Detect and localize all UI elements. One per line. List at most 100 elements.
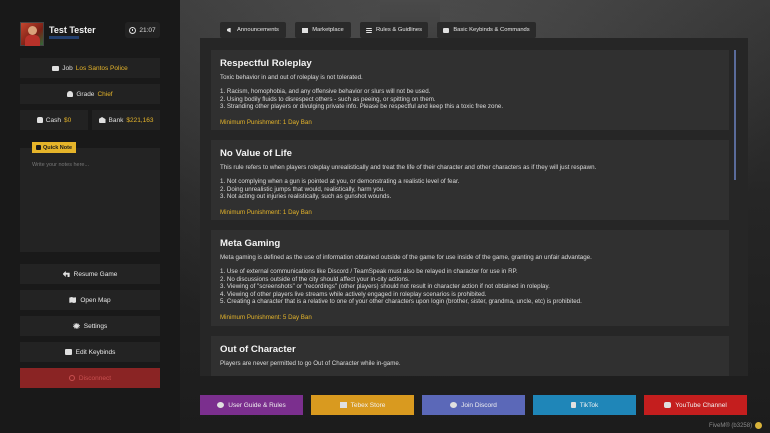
- panel-scrollbar[interactable]: [734, 50, 736, 180]
- keyboard-icon: [443, 27, 450, 33]
- quick-note-button[interactable]: Quick Note: [32, 142, 77, 153]
- job-value: Los Santos Police: [75, 64, 128, 72]
- cash-label: Cash: [45, 116, 61, 124]
- footer-button-label: User Guide & Rules: [228, 401, 286, 409]
- edit-keybinds-button[interactable]: Edit Keybinds: [20, 342, 160, 362]
- briefcase-icon: [52, 65, 60, 71]
- rule-item: 5. Creating a character that is a relati…: [220, 298, 582, 305]
- bank-info: Bank $221,163: [92, 110, 160, 130]
- rule-item: 1. Not complying when a gun is pointed a…: [220, 178, 460, 185]
- open-map-button[interactable]: Open Map: [20, 290, 160, 310]
- rule-description: Meta gaming is defined as the use of inf…: [220, 254, 592, 261]
- keybinds-label: Edit Keybinds: [75, 348, 116, 356]
- rule-item: 2. Doing unrealistic jumps that would, r…: [220, 185, 385, 193]
- user-tie-icon: [67, 91, 74, 97]
- tab-keybinds-commands[interactable]: Basic Keybinds & Commands: [437, 22, 536, 38]
- rule-punishment: Minimum Punishment: 1 Day Ban: [220, 208, 312, 216]
- rule-item: 2. Using bodily fluids to disrespect oth…: [220, 95, 436, 103]
- megaphone-icon: [227, 27, 231, 33]
- power-icon: [68, 375, 75, 381]
- tab-label: Marketplace: [312, 27, 344, 33]
- grade-info: Grade Chief: [20, 84, 160, 104]
- list-icon: [365, 27, 372, 33]
- clock-icon: [129, 26, 137, 34]
- rule-card-respectful-roleplay: Respectful Roleplay Toxic behavior in an…: [211, 50, 729, 130]
- github-icon: [217, 402, 225, 408]
- watermark-text: FiveM® (b3258): [709, 422, 753, 429]
- footer-button-label: TikTok: [579, 401, 599, 409]
- rule-card-no-value-of-life: No Value of Life This rule refers to whe…: [211, 140, 729, 220]
- tiktok-icon: [570, 402, 576, 408]
- tab-announcements[interactable]: Announcements: [220, 22, 286, 38]
- player-subtitle-bar: [49, 36, 79, 39]
- rule-punishment: Minimum Punishment: 5 Day Ban: [220, 313, 312, 321]
- quick-note-label: Quick Note: [43, 144, 73, 151]
- rule-item: 2. No discussions outside of the city sh…: [220, 275, 410, 283]
- rule-item: 3. Stranding other players or divulging …: [220, 103, 504, 110]
- rule-card-meta-gaming: Meta Gaming Meta gaming is defined as th…: [211, 230, 729, 326]
- resume-label: Resume Game: [73, 270, 118, 278]
- cash-value: $0: [63, 116, 72, 124]
- grade-label: Grade: [76, 90, 95, 98]
- disconnect-label: Disconnect: [78, 374, 112, 382]
- quick-notes: Quick Note: [20, 142, 160, 252]
- store-icon: [339, 402, 347, 408]
- footer-button-label: Join Discord: [461, 401, 497, 409]
- rules-scroll-area[interactable]: Respectful Roleplay Toxic behavior in an…: [200, 38, 748, 376]
- rule-description: This rule refers to when players rolepla…: [220, 164, 597, 171]
- tab-label: Basic Keybinds & Commands: [453, 27, 530, 33]
- bank-icon: [98, 117, 106, 123]
- settings-label: Settings: [83, 322, 108, 330]
- fivem-watermark: FiveM® (b3258): [709, 422, 763, 429]
- map-label: Open Map: [80, 296, 111, 304]
- grade-value: Chief: [97, 90, 113, 98]
- tab-rules[interactable]: Rules & Guidlines: [360, 22, 428, 38]
- rule-item: 3. Viewing of "screenshots" or "recordin…: [220, 283, 550, 290]
- gear-icon: [72, 323, 80, 329]
- tab-label: Announcements: [237, 27, 279, 33]
- footer-button-label: Tebex Store: [350, 401, 386, 409]
- rule-title: Respectful Roleplay: [220, 58, 312, 69]
- rule-description: Toxic behavior in and out of roleplay is…: [220, 74, 363, 81]
- rule-description: Players are never permitted to go Out of…: [220, 360, 401, 367]
- user-guide-button[interactable]: User Guide & Rules: [200, 395, 303, 415]
- rule-title: Meta Gaming: [220, 238, 281, 249]
- job-info: Job Los Santos Police: [20, 58, 160, 78]
- rule-item: 4. Viewing of other players live streams…: [220, 290, 487, 298]
- clock-time: 21:07: [139, 26, 156, 34]
- rule-item: 1. Racism, homophobia, and any offensive…: [220, 88, 431, 95]
- join-discord-button[interactable]: Join Discord: [422, 395, 525, 415]
- note-icon: [36, 145, 41, 150]
- rule-title: No Value of Life: [220, 148, 292, 159]
- rule-list: 1. Use of external communications like D…: [220, 268, 720, 306]
- rule-item: 3. Not acting out injuries realistically…: [220, 193, 392, 200]
- notes-textarea[interactable]: [20, 148, 160, 252]
- tab-marketplace[interactable]: Marketplace: [295, 22, 351, 38]
- player-name: Test Tester: [49, 25, 96, 35]
- settings-button[interactable]: Settings: [20, 316, 160, 336]
- rule-punishment: Minimum Punishment: 1 Day Ban: [220, 118, 312, 126]
- discord-icon: [450, 402, 458, 408]
- cfx-logo-icon: [755, 422, 763, 429]
- tebex-store-button[interactable]: Tebex Store: [311, 395, 414, 415]
- job-label: Job: [62, 64, 73, 72]
- rule-list: 1. Racism, homophobia, and any offensive…: [220, 88, 720, 111]
- store-icon: [302, 27, 309, 33]
- disconnect-button[interactable]: Disconnect: [20, 368, 160, 388]
- clock-badge: 21:07: [125, 22, 160, 38]
- keyboard-icon: [64, 349, 72, 355]
- map-icon: [69, 297, 77, 303]
- sidebar: Test Tester 21:07 Job Los Santos Police …: [0, 0, 180, 433]
- resume-game-button[interactable]: Resume Game: [20, 264, 160, 284]
- rule-list: 1. Not complying when a gun is pointed a…: [220, 178, 720, 201]
- money-bag-icon: [36, 117, 43, 123]
- reply-icon: [62, 271, 70, 277]
- bank-value: $221,163: [126, 116, 154, 124]
- avatar: [20, 22, 44, 46]
- rule-title: Out of Character: [220, 344, 296, 355]
- tab-label: Rules & Guidlines: [375, 27, 423, 33]
- footer-button-label: YouTube Channel: [675, 401, 727, 409]
- rules-panel[interactable]: Respectful Roleplay Toxic behavior in an…: [200, 38, 748, 376]
- youtube-channel-button[interactable]: YouTube Channel: [644, 395, 747, 415]
- tiktok-button[interactable]: TikTok: [533, 395, 636, 415]
